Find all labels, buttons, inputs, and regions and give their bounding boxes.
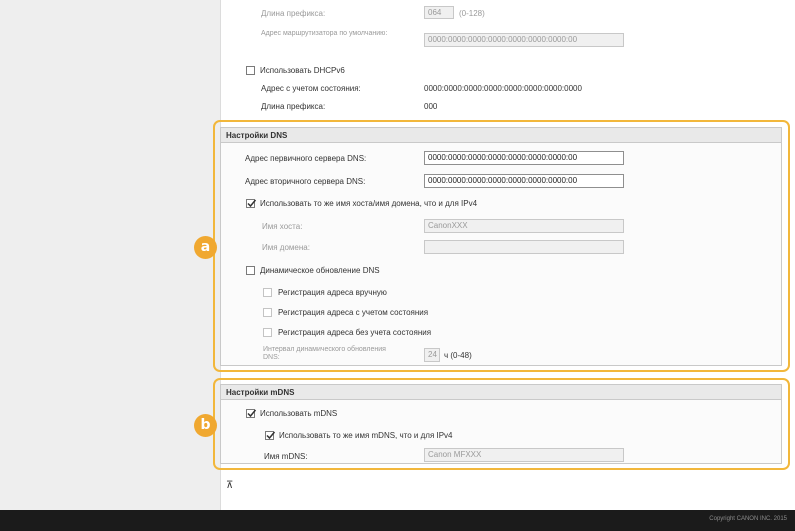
secondary-dns-input[interactable]: 0000:0000:0000:0000:0000:0000:0000:00 bbox=[424, 174, 624, 188]
dynamic-dns-update-checkbox[interactable] bbox=[246, 266, 255, 275]
host-name-input[interactable]: CanonXXX bbox=[424, 219, 624, 233]
checkmark-icon bbox=[247, 409, 257, 418]
footer-bar bbox=[0, 510, 795, 531]
prefix-length-range: (0-128) bbox=[459, 9, 485, 18]
use-same-mdns-checkbox[interactable] bbox=[265, 431, 276, 440]
callout-badge-a: a bbox=[194, 236, 217, 259]
stateless-reg-label: Регистрация адреса без учета состояния bbox=[278, 328, 432, 337]
primary-dns-label: Адрес первичного сервера DNS: bbox=[245, 154, 367, 163]
stateful-address-label: Адрес с учетом состояния: bbox=[261, 84, 361, 93]
mdns-name-input[interactable]: Canon MFXXX bbox=[424, 448, 624, 462]
manual-reg-label: Регистрация адреса вручную bbox=[278, 288, 387, 297]
callout-badge-b: b bbox=[194, 414, 217, 437]
use-same-mdns-label: Использовать то же имя mDNS, что и для I… bbox=[279, 431, 453, 440]
dns-interval-label: Интервал динамического обновления DNS: bbox=[263, 346, 386, 361]
use-mdns-label: Использовать mDNS bbox=[260, 409, 338, 418]
stateful-address-value: 0000:0000:0000:0000:0000:0000:0000:0000 bbox=[424, 84, 582, 93]
stateful-reg-checkbox[interactable] bbox=[263, 308, 272, 317]
mdns-settings-header: Настройки mDNS bbox=[221, 385, 781, 400]
dns-settings-header: Настройки DNS bbox=[221, 128, 781, 143]
prefix-length-input[interactable]: 064 bbox=[424, 6, 454, 19]
dynamic-dns-update-label: Динамическое обновление DNS bbox=[260, 266, 380, 275]
secondary-dns-label: Адрес вторичного сервера DNS: bbox=[245, 177, 366, 186]
host-name-label: Имя хоста: bbox=[262, 222, 303, 231]
use-dhcpv6-label: Использовать DHCPv6 bbox=[260, 66, 345, 75]
stateless-reg-checkbox[interactable] bbox=[263, 328, 272, 337]
primary-dns-input[interactable]: 0000:0000:0000:0000:0000:0000:0000:00 bbox=[424, 151, 624, 165]
checkmark-icon bbox=[247, 199, 257, 208]
manual-reg-checkbox[interactable] bbox=[263, 288, 272, 297]
use-same-host-checkbox[interactable] bbox=[246, 199, 257, 208]
use-same-host-label: Использовать то же имя хоста/имя домена,… bbox=[260, 199, 478, 208]
scroll-top-icon[interactable]: ⊼ bbox=[226, 480, 233, 491]
prefix-length-label: Длина префикса: bbox=[261, 9, 326, 18]
dns-interval-unit: ч (0-48) bbox=[444, 351, 472, 360]
use-dhcpv6-checkbox[interactable] bbox=[246, 66, 255, 75]
use-mdns-checkbox[interactable] bbox=[246, 409, 257, 418]
domain-name-input[interactable] bbox=[424, 240, 624, 254]
mdns-name-label: Имя mDNS: bbox=[264, 452, 308, 461]
checkmark-icon bbox=[266, 431, 276, 440]
prefix-length2-value: 000 bbox=[424, 102, 438, 111]
dns-interval-input[interactable]: 24 bbox=[424, 348, 440, 362]
copyright-text: Copyright CANON INC. 2015 bbox=[709, 516, 787, 522]
domain-name-label: Имя домена: bbox=[262, 243, 310, 252]
default-router-input[interactable]: 0000:0000:0000:0000:0000:0000:0000:00 bbox=[424, 33, 624, 47]
left-sidebar bbox=[0, 0, 221, 510]
stateful-reg-label: Регистрация адреса с учетом состояния bbox=[278, 308, 429, 317]
prefix-length2-label: Длина префикса: bbox=[261, 102, 326, 111]
default-router-label: Адрес маршрутизатора по умолчанию: bbox=[261, 30, 388, 37]
